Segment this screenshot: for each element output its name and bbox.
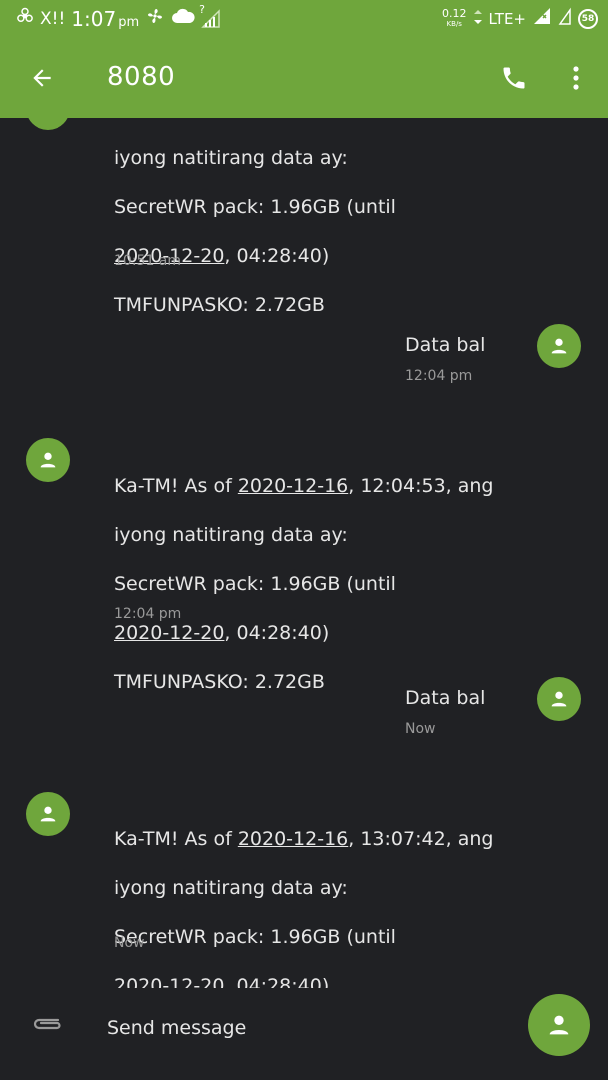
message-line: 2020-12-20, 04:28:40) (114, 974, 494, 989)
date-link[interactable]: 2020-12-16 (238, 475, 348, 497)
message-line: Ka-TM! As of 2020-12-16, 12:04:53, ang (114, 474, 494, 499)
carrier-label: X!! (40, 8, 66, 29)
status-left: X!! 1:07 pm ? (16, 3, 221, 31)
speed-unit: KB/s (446, 19, 462, 28)
nosim-icon (558, 6, 572, 31)
paperclip-icon (33, 1018, 61, 1030)
incoming-message[interactable]: Ka-TM! As of 2020-12-16, 12:04:53, ang i… (114, 449, 494, 719)
network-speed: 0.12 KB/s (442, 6, 467, 29)
arrow-back-icon (33, 69, 51, 87)
app-bar: X!! 1:07 pm ? 0.12 KB/s LTE+ 58 8080 (0, 0, 608, 118)
outgoing-message[interactable]: Data bal (405, 687, 485, 709)
message-timestamp: 10:51 am (114, 253, 182, 269)
status-right: 0.12 KB/s LTE+ 58 (442, 6, 598, 31)
speed-value: 0.12 (442, 6, 467, 20)
outgoing-message[interactable]: Data bal (405, 334, 485, 356)
battery-indicator: 58 (578, 8, 598, 29)
message-line: iyong natitirang data ay: (114, 523, 348, 546)
incoming-message[interactable]: Ka-TM! As of 2020-12-16, 13:07:42, ang i… (114, 802, 494, 989)
send-button[interactable] (528, 994, 590, 1056)
incoming-message[interactable]: iyong natitirang data ay: SecretWR pack:… (114, 121, 396, 342)
message-fragment: , 12:04:53, ang (348, 474, 494, 497)
message-timestamp: 12:04 pm (405, 368, 473, 384)
status-bar: X!! 1:07 pm ? 0.12 KB/s LTE+ 58 (0, 0, 608, 36)
message-line: iyong natitirang data ay: (114, 876, 348, 899)
message-fragment: , 04:28:40) (224, 244, 330, 267)
message-line: SecretWR pack: 1.96GB (until (114, 572, 396, 595)
date-link[interactable]: 2020-12-16 (238, 828, 348, 850)
toolbar: 8080 (0, 40, 608, 116)
person-icon (37, 118, 59, 119)
call-button[interactable] (492, 56, 536, 100)
message-fragment: Ka-TM! As of (114, 827, 238, 850)
phone-icon (503, 67, 525, 89)
message-fragment: , 13:07:42, ang (348, 827, 494, 850)
avatar[interactable] (26, 792, 70, 836)
message-line: SecretWR pack: 1.96GB (until (114, 195, 396, 218)
person-icon (549, 1015, 569, 1035)
cloud-icon (171, 7, 195, 30)
person-icon (40, 452, 56, 468)
person-icon (551, 691, 567, 707)
clock: 1:07 pm (71, 7, 139, 31)
message-fragment: Ka-TM! As of (114, 474, 238, 497)
more-options-button[interactable] (558, 56, 594, 100)
signal-icon (532, 6, 552, 31)
message-thread[interactable]: iyong natitirang data ay: SecretWR pack:… (0, 118, 608, 988)
message-line: 2020-12-20, 04:28:40) (114, 621, 494, 646)
person-icon (40, 806, 56, 822)
clock-ampm: pm (118, 14, 140, 30)
message-timestamp: 12:04 pm (114, 606, 182, 622)
compose-bar (0, 988, 608, 1080)
date-link[interactable]: 2020-12-20 (114, 975, 224, 989)
clock-time: 1:07 (71, 6, 117, 31)
more-vert-icon (573, 66, 579, 90)
self-avatar[interactable] (537, 677, 581, 721)
date-link[interactable]: 2020-12-20 (114, 622, 224, 644)
network-type: LTE+ (488, 9, 527, 28)
avatar[interactable] (26, 438, 70, 482)
message-line: SecretWR pack: 1.96GB (until (114, 925, 396, 948)
message-fragment: , 04:28:40) (224, 621, 330, 644)
fan-icon (145, 6, 165, 31)
person-icon (551, 338, 567, 354)
message-line: TMFUNPASKO: 2.72GB (114, 293, 325, 316)
avatar[interactable] (26, 118, 70, 130)
message-input[interactable] (107, 1012, 507, 1044)
data-arrows-icon (473, 9, 483, 29)
message-line: Ka-TM! As of 2020-12-16, 13:07:42, ang (114, 827, 494, 852)
message-timestamp: Now (114, 935, 145, 951)
biohazard-icon (16, 7, 34, 30)
signal-label: ? (199, 2, 205, 16)
back-button[interactable] (22, 58, 62, 98)
conversation-title: 8080 (107, 62, 176, 92)
message-timestamp: Now (405, 721, 436, 737)
message-fragment: , 04:28:40) (224, 974, 330, 989)
message-line: iyong natitirang data ay: (114, 146, 348, 169)
signal-unknown-icon: ? (199, 3, 221, 29)
self-avatar[interactable] (537, 324, 581, 368)
attach-button[interactable] (30, 1014, 66, 1038)
